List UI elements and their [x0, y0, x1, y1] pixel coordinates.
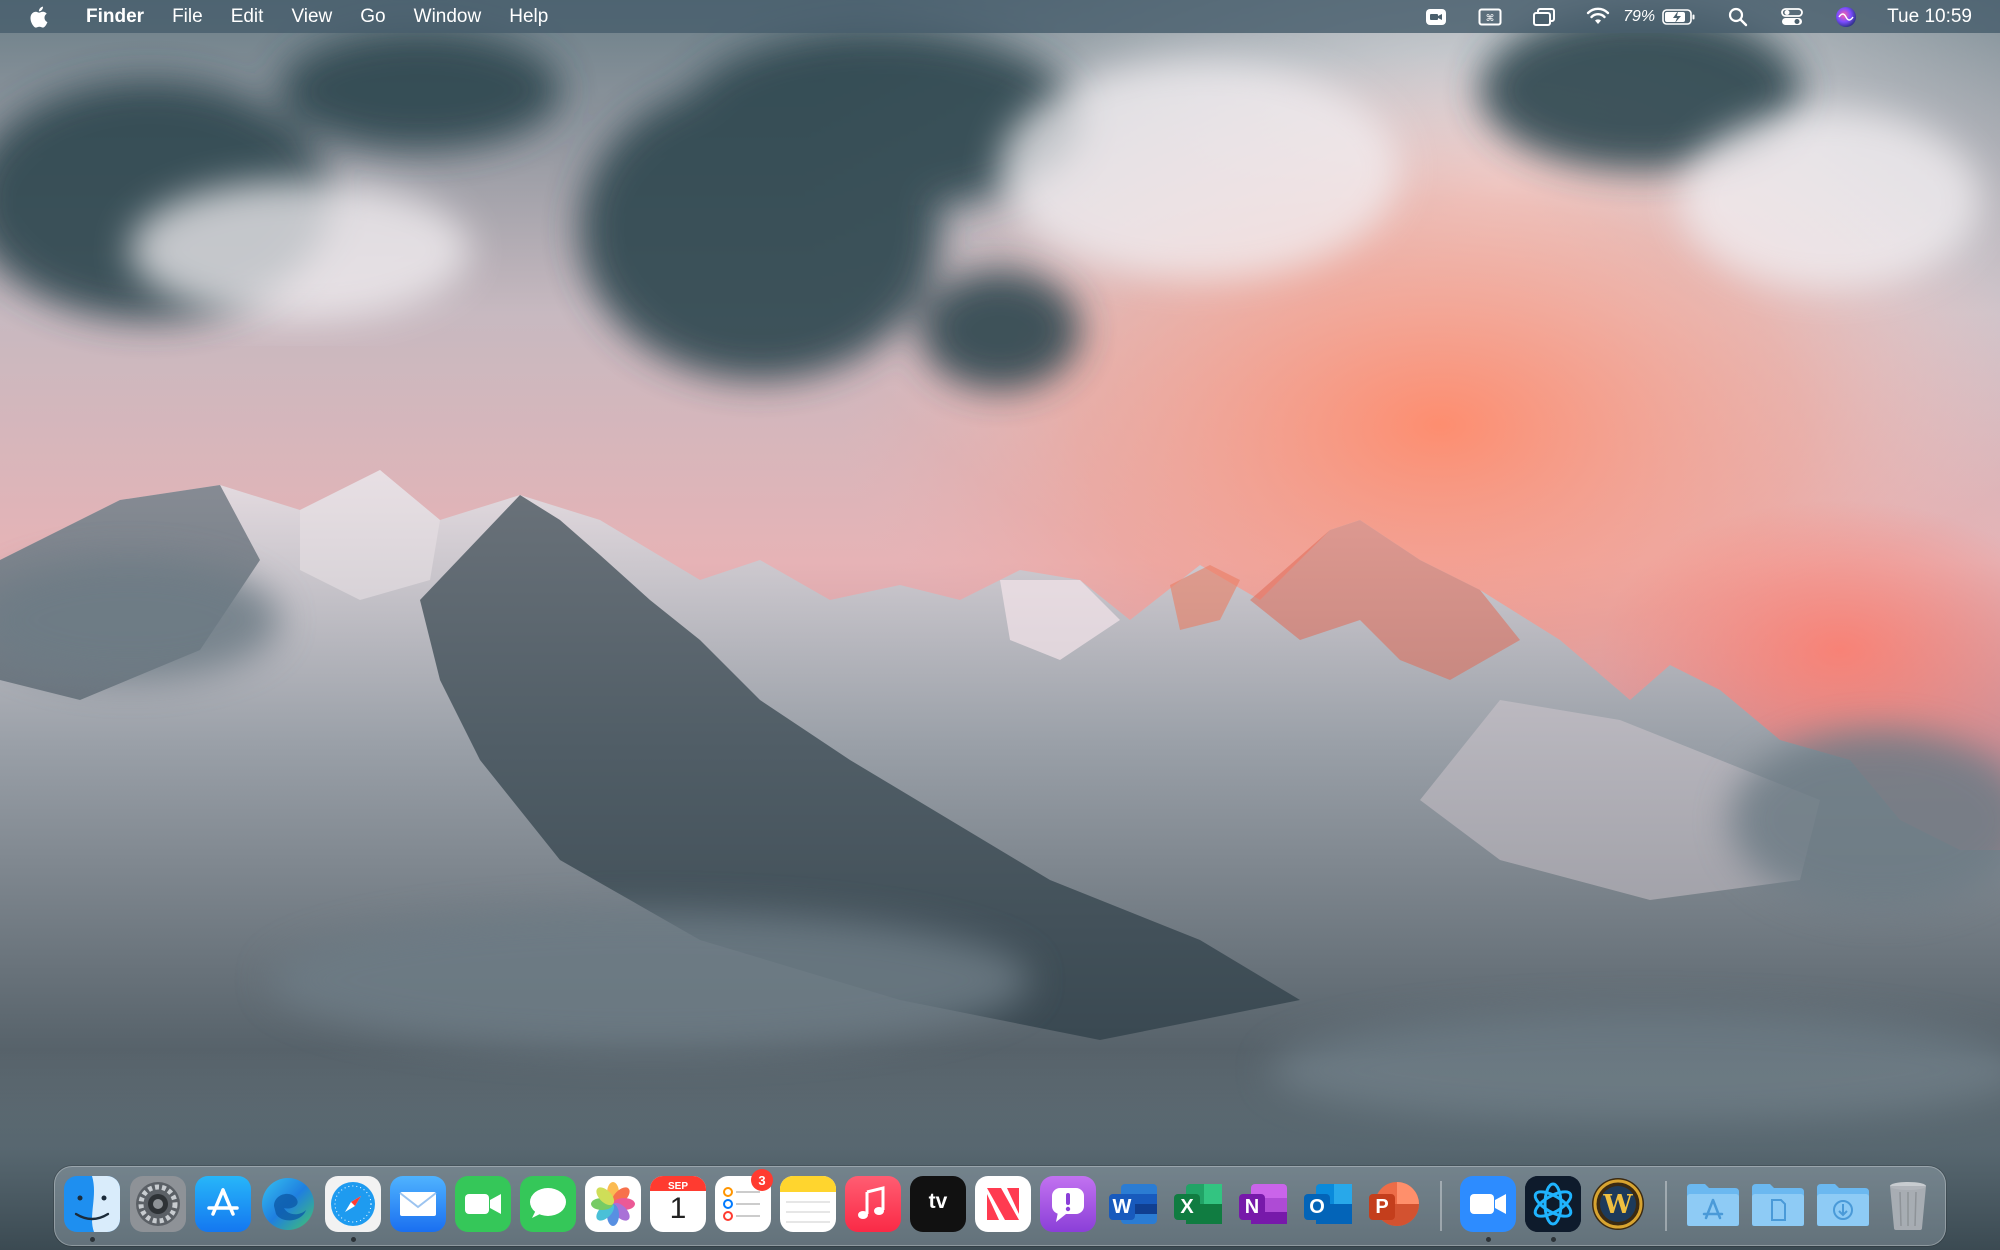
reminders-badge: 3	[751, 1169, 773, 1191]
menu-bar: Finder File Edit View Go Window Help ⌘ 7…	[0, 0, 2000, 33]
running-indicator	[1486, 1237, 1491, 1242]
dock-excel-icon[interactable]: X	[1170, 1176, 1226, 1232]
dock-edge-icon[interactable]	[260, 1176, 316, 1232]
dock-notes-icon[interactable]	[780, 1176, 836, 1232]
dock-feedback-assistant-icon[interactable]	[1040, 1176, 1096, 1232]
calendar-month: SEP	[667, 1181, 688, 1192]
running-indicator	[1551, 1237, 1556, 1242]
menu-file[interactable]: File	[172, 6, 203, 28]
dock-world-of-warcraft-icon[interactable]: W	[1590, 1176, 1646, 1232]
spotlight-search-icon[interactable]	[1725, 5, 1751, 29]
word-letter: W	[1109, 1194, 1135, 1220]
dock-zoom-icon[interactable]	[1460, 1176, 1516, 1232]
siri-icon[interactable]	[1833, 5, 1859, 29]
desktop-wallpaper	[0, 0, 2000, 1250]
dock: SEP 1 3 tv W X N O P W	[54, 1166, 1946, 1246]
wow-letter: W	[1602, 1190, 1633, 1220]
dock-calendar-icon[interactable]: SEP 1	[650, 1176, 706, 1232]
dock-downloads-folder-icon[interactable]	[1815, 1176, 1871, 1232]
excel-letter: X	[1174, 1194, 1200, 1220]
battery-percent: 79%	[1623, 7, 1656, 25]
wifi-icon[interactable]	[1585, 5, 1611, 29]
dock-divider	[1665, 1181, 1667, 1231]
dock-photos-icon[interactable]	[585, 1176, 641, 1232]
video-record-icon[interactable]	[1423, 5, 1449, 29]
menu-go[interactable]: Go	[360, 6, 385, 28]
dock-news-icon[interactable]	[975, 1176, 1031, 1232]
running-indicator	[351, 1237, 356, 1242]
calendar-day: 1	[669, 1192, 687, 1225]
onenote-letter: N	[1239, 1194, 1265, 1220]
powerpoint-letter: P	[1369, 1194, 1395, 1220]
menu-edit[interactable]: Edit	[231, 6, 264, 28]
menu-help[interactable]: Help	[509, 6, 548, 28]
dock-powerpoint-icon[interactable]: P	[1365, 1176, 1421, 1232]
svg-text:⌘: ⌘	[1486, 14, 1495, 24]
outlook-letter: O	[1304, 1194, 1330, 1220]
menubar-clock[interactable]: Tue 10:59	[1887, 6, 1972, 28]
menu-window[interactable]: Window	[414, 6, 482, 28]
dock-music-icon[interactable]	[845, 1176, 901, 1232]
dock-battlenet-icon[interactable]	[1525, 1176, 1581, 1232]
menu-view[interactable]: View	[291, 6, 332, 28]
dock-applications-folder-icon[interactable]	[1685, 1176, 1741, 1232]
battery-charging-icon[interactable]	[1661, 5, 1697, 29]
dock-safari-icon[interactable]	[325, 1176, 381, 1232]
dock-onenote-icon[interactable]: N	[1235, 1176, 1291, 1232]
dock-divider	[1440, 1181, 1442, 1231]
dock-mail-icon[interactable]	[390, 1176, 446, 1232]
running-indicator	[90, 1237, 95, 1242]
dock-outlook-icon[interactable]: O	[1300, 1176, 1356, 1232]
apple-tv-label: tv	[928, 1190, 948, 1213]
screen-mirroring-icon[interactable]	[1531, 5, 1557, 29]
dock-trash-icon[interactable]	[1880, 1176, 1936, 1232]
dock-apple-tv-icon[interactable]: tv	[910, 1176, 966, 1232]
dock-facetime-icon[interactable]	[455, 1176, 511, 1232]
dock-system-preferences-icon[interactable]	[130, 1176, 186, 1232]
dock-finder-icon[interactable]	[64, 1176, 120, 1232]
apple-logo-icon[interactable]	[28, 4, 50, 30]
control-center-icon[interactable]	[1779, 5, 1805, 29]
dock-app-store-icon[interactable]	[195, 1176, 251, 1232]
dock-messages-icon[interactable]	[520, 1176, 576, 1232]
menu-app-finder[interactable]: Finder	[86, 6, 144, 28]
dock-documents-folder-icon[interactable]	[1750, 1176, 1806, 1232]
keyboard-viewer-icon[interactable]: ⌘	[1477, 5, 1503, 29]
dock-word-icon[interactable]: W	[1105, 1176, 1161, 1232]
